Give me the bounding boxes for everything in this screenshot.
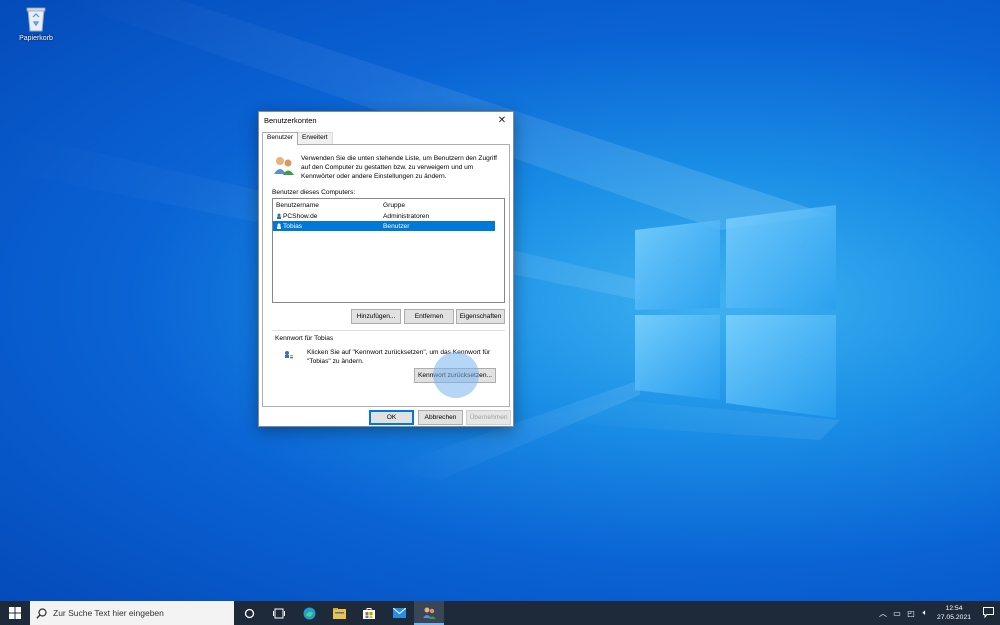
users-icon	[422, 607, 436, 619]
cancel-button[interactable]: Abbrechen	[418, 410, 463, 425]
cortana-icon	[244, 608, 254, 618]
password-description: Klicken Sie auf "Kennwort zurücksetzen",…	[307, 349, 491, 365]
users-icon	[274, 157, 294, 175]
password-group: Kennwort für Tobias Klicken Sie auf "Ken…	[272, 330, 505, 400]
user-name: PCShow.de	[283, 212, 318, 220]
user-accounts-taskbar-button[interactable]	[414, 601, 444, 625]
add-user-button[interactable]: Hinzufügen...	[351, 309, 401, 324]
store-icon	[363, 608, 375, 619]
action-center-icon	[982, 606, 994, 618]
clock-date: 27.05.2021	[936, 614, 972, 621]
tab-panel: Verwenden Sie die unten stehende Liste, …	[262, 144, 510, 407]
user-list-label: Benutzer dieses Computers:	[272, 189, 356, 196]
file-explorer-button[interactable]	[324, 601, 354, 625]
column-header-group[interactable]: Gruppe	[383, 202, 493, 209]
system-tray: ︿ ▭ ◰ 🔈︎ 12:54 27.05.2021	[876, 601, 1000, 625]
user-group: Benutzer	[383, 222, 410, 230]
remove-user-button[interactable]: Entfernen	[404, 309, 454, 324]
task-view-button[interactable]	[264, 601, 294, 625]
cortana-button[interactable]	[234, 601, 264, 625]
user-group: Administratoren	[383, 212, 430, 220]
dialog-titlebar[interactable]: Benutzerkonten ✕	[259, 112, 513, 129]
mail-button[interactable]	[384, 601, 414, 625]
network-icon[interactable]: ◰	[904, 609, 918, 618]
folder-icon	[332, 607, 346, 619]
user-name: Tobias	[283, 222, 303, 230]
recycle-bin-icon[interactable]: Papierkorb	[16, 4, 56, 42]
clock[interactable]: 12:54 27.05.2021	[932, 604, 976, 622]
password-group-label: Kennwort für Tobias	[275, 335, 334, 342]
user-row-selected[interactable]: Tobias Benutzer	[273, 221, 495, 231]
recycle-bin-label: Papierkorb	[19, 35, 53, 42]
user-key-icon	[285, 351, 293, 359]
windows-start-icon	[9, 607, 21, 619]
recycle-bin-graphic	[26, 7, 46, 32]
user-listbox[interactable]: Benutzername Gruppe PCShow.de Administra…	[272, 198, 505, 303]
battery-icon[interactable]: ▭	[890, 609, 904, 618]
search-placeholder: Zur Suche Text hier eingeben	[53, 608, 164, 618]
notification-icon[interactable]	[976, 606, 1000, 620]
edge-icon	[303, 607, 315, 619]
search-icon	[36, 607, 47, 619]
close-button[interactable]: ✕	[491, 112, 513, 129]
ok-button[interactable]: OK	[369, 410, 414, 425]
edge-button[interactable]	[294, 601, 324, 625]
intro-text: Verwenden Sie die unten stehende Liste, …	[301, 155, 497, 180]
apply-button[interactable]: Übernehmen	[466, 410, 511, 425]
column-header-username[interactable]: Benutzername	[273, 202, 383, 209]
user-icon	[277, 223, 281, 229]
task-view-icon	[273, 608, 285, 618]
list-header: Benutzername Gruppe	[273, 199, 504, 211]
dialog-title: Benutzerkonten	[264, 116, 317, 125]
reset-password-button[interactable]: Kennwort zurücksetzen...	[414, 368, 496, 383]
properties-button[interactable]: Eigenschaften	[456, 309, 505, 324]
store-button[interactable]	[354, 601, 384, 625]
tab-erweitert[interactable]: Erweitert	[297, 132, 333, 144]
mail-icon	[392, 608, 406, 618]
windows-logo-wallpaper	[635, 205, 836, 418]
chevron-up-icon[interactable]: ︿	[876, 608, 890, 619]
taskbar: Zur Suche Text hier eingeben ︿ ▭ ◰ 🔈︎ 12…	[0, 601, 1000, 625]
user-accounts-dialog: Benutzerkonten ✕ Benutzer Erweitert Verw…	[258, 111, 514, 427]
user-icon	[277, 213, 281, 219]
tab-benutzer[interactable]: Benutzer	[262, 132, 299, 145]
user-row[interactable]: PCShow.de Administratoren	[273, 211, 495, 221]
clock-time: 12:54	[945, 605, 963, 612]
start-button[interactable]	[0, 601, 30, 625]
volume-icon[interactable]: 🔈︎	[918, 608, 932, 618]
taskbar-search[interactable]: Zur Suche Text hier eingeben	[30, 601, 234, 625]
